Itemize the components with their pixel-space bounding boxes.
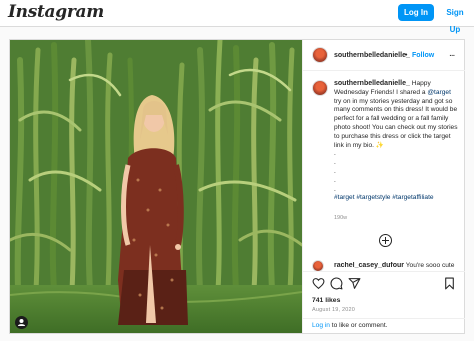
signup-button[interactable]: Sign Up	[440, 4, 470, 34]
author-username[interactable]: southernbelledanielle_	[334, 52, 410, 59]
comment-icon[interactable]	[330, 277, 343, 290]
follow-button[interactable]: Follow	[412, 52, 434, 59]
caption-dot-4: .	[334, 176, 336, 184]
login-button[interactable]: Log In	[398, 4, 434, 21]
share-icon[interactable]	[348, 277, 361, 290]
post-header: southernbelledanielle_ • Follow ...	[303, 40, 465, 71]
top-bar: Instagram Log In Sign Up	[0, 0, 474, 34]
like-count[interactable]: 741 likes	[312, 297, 340, 304]
comment-text: You're sooo cute	[404, 262, 455, 269]
action-bar	[303, 271, 465, 295]
caption-text-2: try on in my stories yesterday and got s…	[334, 97, 458, 149]
hashtags[interactable]: #target #targetstyle #targetaffiliate	[334, 194, 460, 203]
post-sidebar: southernbelledanielle_ • Follow ... sout…	[302, 40, 465, 333]
post-photo[interactable]	[10, 40, 302, 333]
post-image	[10, 40, 302, 333]
login-prompt-text: to like or comment.	[329, 322, 388, 329]
comment-item: rachel_casey_dufour You're sooo cute	[334, 262, 462, 271]
bookmark-icon[interactable]	[443, 277, 456, 290]
time-ago: 190w	[334, 215, 348, 221]
login-link[interactable]: Log in	[312, 322, 330, 329]
caption-dot-1: .	[334, 150, 336, 158]
caption-dot-2: .	[334, 159, 336, 167]
avatar[interactable]	[312, 47, 328, 63]
post-caption: southernbelledanielle_ Happy Wednesday F…	[334, 80, 460, 203]
add-comment-icon[interactable]	[379, 234, 392, 247]
more-options-icon[interactable]: ...	[449, 48, 455, 59]
instagram-logo[interactable]: Instagram	[8, 2, 104, 22]
caption-username[interactable]: southernbelledanielle_	[334, 80, 410, 87]
caption-dot-5: .	[334, 185, 336, 193]
commenter-username[interactable]: rachel_casey_dufour	[334, 262, 404, 269]
mention-link[interactable]: @target	[427, 89, 451, 96]
caption-dot-3: .	[334, 167, 336, 175]
post-date[interactable]: August 19, 2020	[312, 307, 355, 313]
post-card: southernbelledanielle_ • Follow ... sout…	[9, 39, 465, 334]
separator-dot: •	[405, 52, 408, 59]
login-prompt: Log in to like or comment.	[303, 318, 465, 333]
caption-avatar[interactable]	[312, 80, 328, 96]
heart-icon[interactable]	[312, 277, 325, 290]
tagged-user-icon[interactable]	[15, 316, 28, 329]
